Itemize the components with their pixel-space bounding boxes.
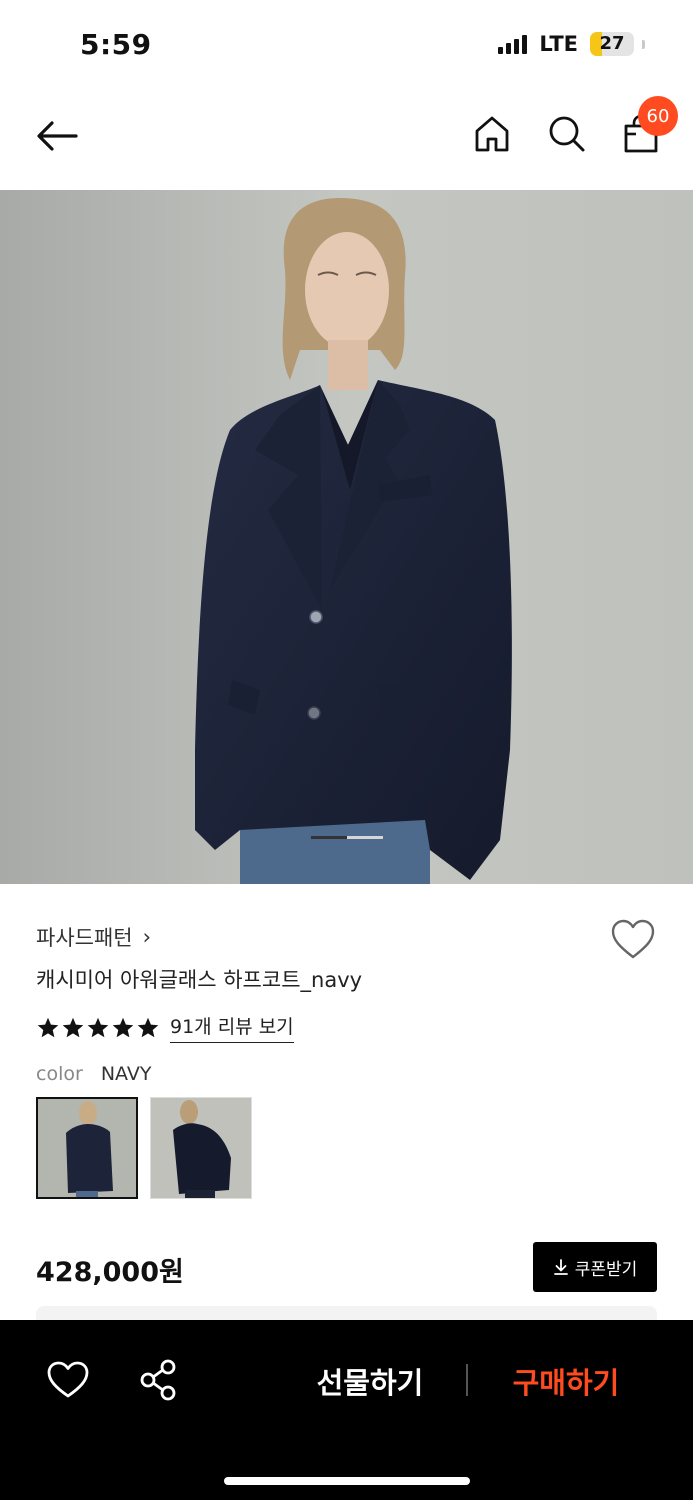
carousel-indicator (311, 836, 383, 839)
coupon-button[interactable]: 쿠폰받기 (533, 1242, 657, 1292)
heart-icon[interactable] (46, 1360, 90, 1400)
thumbnail-image (38, 1099, 136, 1197)
star-icon (137, 1017, 159, 1037)
button-divider (466, 1364, 468, 1396)
product-price: 428,000원 (36, 1257, 184, 1288)
search-icon[interactable] (545, 112, 589, 156)
chevron-right-icon: › (142, 925, 152, 949)
brand-name: 파사드패턴 (36, 926, 133, 950)
coupon-button-label: 쿠폰받기 (574, 1259, 638, 1280)
rating-row: 91개 리뷰 보기 (36, 1012, 294, 1043)
back-arrow-icon[interactable] (32, 116, 82, 156)
home-indicator[interactable] (224, 1477, 470, 1485)
model-photo (0, 190, 693, 884)
gift-button[interactable]: 선물하기 (300, 1360, 440, 1400)
review-link[interactable]: 91개 리뷰 보기 (170, 1012, 294, 1043)
carousel-indicator-track (347, 836, 383, 839)
brand-link[interactable]: 파사드패턴 › (36, 922, 151, 952)
color-thumbnail-selected[interactable] (36, 1097, 138, 1199)
download-icon (553, 1259, 568, 1275)
bottom-action-bar: 선물하기 구매하기 (0, 1320, 693, 1500)
signal-icon (498, 34, 528, 54)
battery-level: 27 (599, 33, 625, 54)
buy-button[interactable]: 구매하기 (496, 1360, 636, 1400)
carousel-indicator-active (311, 836, 347, 839)
share-icon[interactable] (138, 1358, 180, 1402)
star-icon (37, 1017, 59, 1037)
star-rating (36, 1016, 160, 1040)
home-icon[interactable] (470, 112, 514, 156)
battery-cap (642, 39, 645, 49)
star-icon (87, 1017, 109, 1037)
status-bar: 5:59 LTE 27 (0, 0, 693, 92)
wishlist-heart-button[interactable] (610, 918, 656, 962)
status-time: 5:59 (80, 28, 152, 61)
network-label: LTE (539, 32, 578, 56)
star-icon (112, 1017, 134, 1037)
top-nav (0, 92, 693, 190)
battery-icon: 27 (590, 32, 634, 56)
cart-count-badge: 60 (638, 96, 678, 136)
status-indicators: LTE 27 (498, 32, 645, 56)
product-image[interactable] (0, 190, 693, 884)
color-row: color NAVY (36, 1063, 151, 1085)
star-icon (62, 1017, 84, 1037)
color-thumbnail[interactable] (150, 1097, 252, 1199)
color-value: NAVY (100, 1063, 152, 1085)
thumbnail-image (151, 1098, 251, 1198)
product-name: 캐시미어 아워글래스 하프코트_navy (36, 968, 363, 992)
color-label: color (36, 1063, 83, 1085)
